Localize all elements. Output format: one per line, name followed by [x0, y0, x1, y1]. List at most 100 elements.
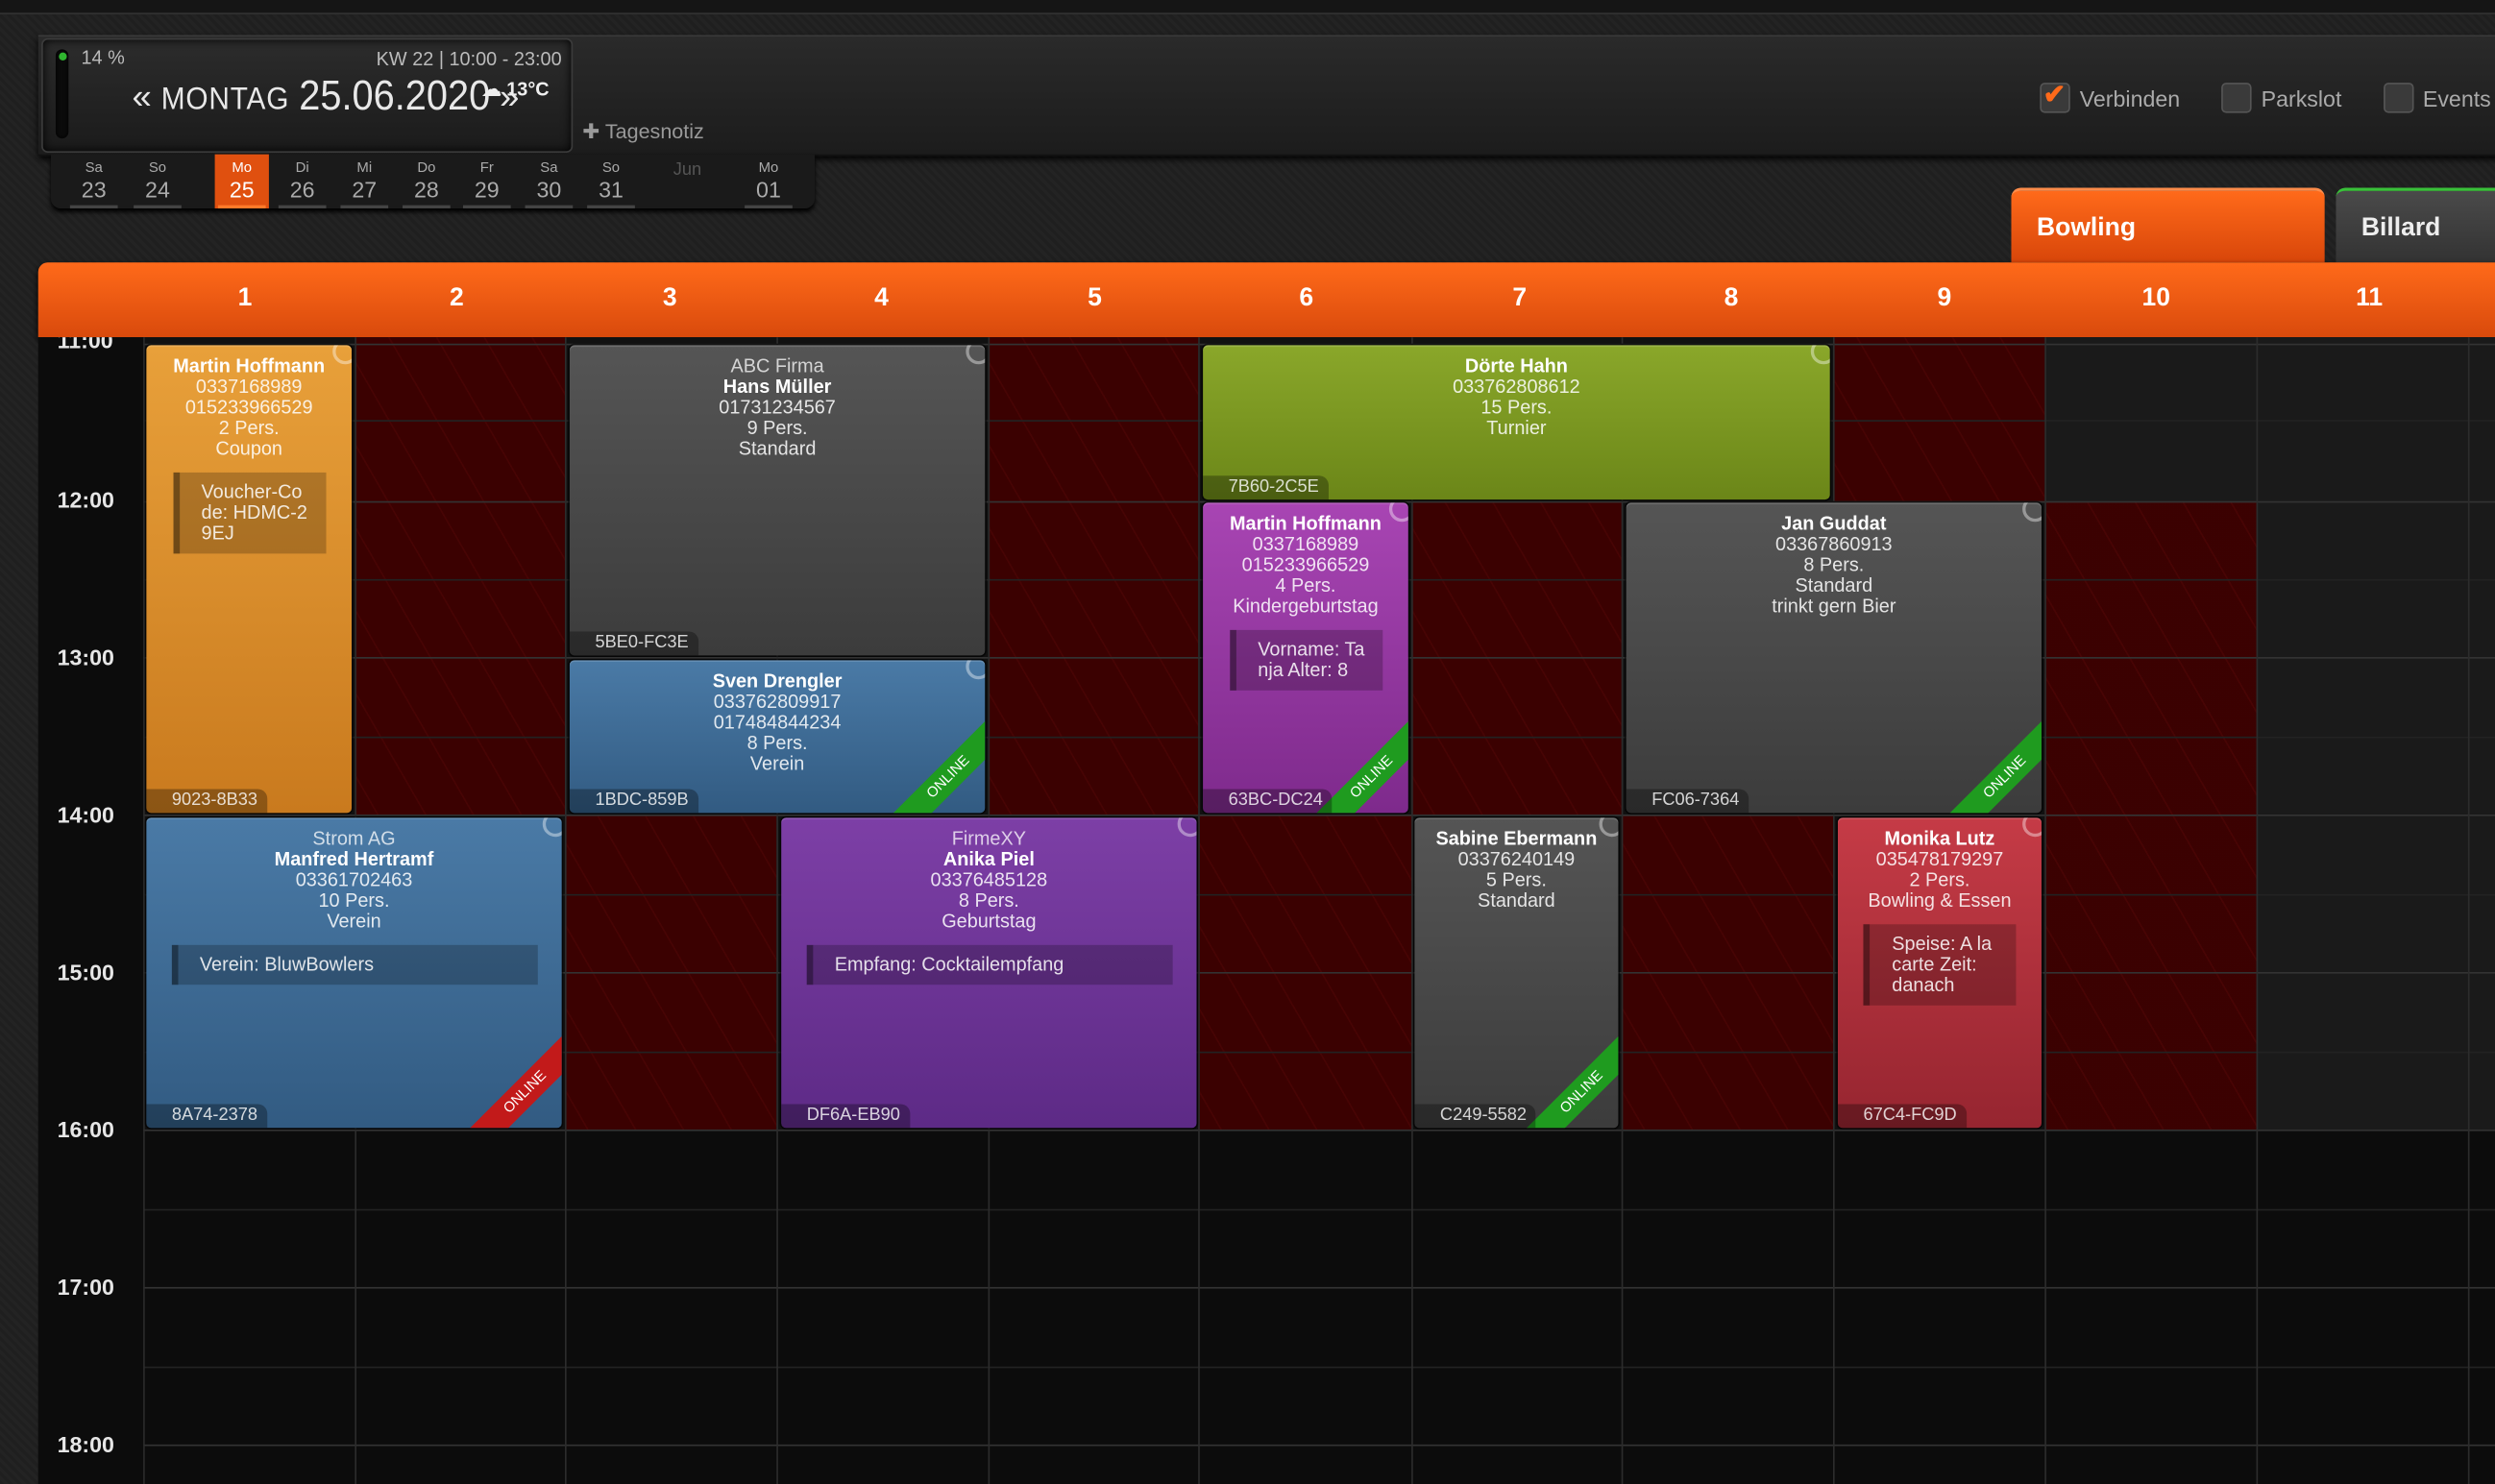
day-name: So: [148, 158, 167, 176]
current-date[interactable]: 25.06.2020: [299, 73, 490, 122]
tab-billard[interactable]: Billard: [2336, 187, 2495, 263]
checkbox-icon[interactable]: [2040, 80, 2070, 113]
booking-card[interactable]: Sven Drengler 033762809917 017484844234 …: [569, 660, 986, 814]
booking-line: Verein: [749, 752, 805, 775]
lane-number: 7: [1512, 284, 1528, 312]
booking-body: Strom AG Manfred Hertramf 03361702463 10…: [146, 817, 561, 985]
booking-line: 033762809917: [713, 690, 842, 713]
booking-line: Coupon: [215, 437, 283, 460]
booking-body: Sabine Ebermann 03376240149 5 Pers. Stan…: [1414, 817, 1618, 912]
toggle-label: Verbinden: [2079, 85, 2181, 111]
day-item[interactable]: Sa 23: [67, 155, 121, 208]
time-label: 17:00: [57, 1274, 114, 1301]
weekday: MONTAG: [160, 81, 290, 116]
day-item[interactable]: Mo 01: [742, 155, 795, 208]
daynote-label: Tagesnotiz: [604, 119, 704, 144]
booking-line: Standard: [738, 437, 817, 460]
booking-code: 1BDC-859B: [569, 789, 698, 814]
blocked-slot: [355, 337, 565, 815]
booking-card[interactable]: Martin Hoffmann 0337168989 015233966529 …: [1203, 502, 1408, 814]
toggle-parkslot[interactable]: Parkslot: [2221, 83, 2341, 113]
day-underline: [462, 205, 511, 208]
booking-code: 9023-8B33: [146, 789, 267, 814]
booking-note: Speise: A la carte Zeit: danach: [1863, 924, 2017, 1006]
online-badge: ONLINE: [1945, 717, 2042, 814]
booking-code: DF6A-EB90: [781, 1104, 910, 1129]
day-name: Do: [417, 158, 436, 176]
day-number: 29: [474, 176, 500, 203]
grid-line: [37, 815, 2495, 816]
booking-line: 0337168989: [195, 375, 303, 399]
booking-body: Martin Hoffmann 0337168989 015233966529 …: [1203, 502, 1408, 691]
day-name: Fr: [479, 158, 494, 176]
checkbox-icon[interactable]: [2221, 83, 2252, 113]
day-item[interactable]: Fr 29: [460, 155, 514, 208]
time-label: 13:00: [57, 644, 114, 670]
time-column: 11:00 12:00 13:00 14:00 15:00 16:00 17:0…: [37, 337, 144, 1484]
booking-company: ABC Firma: [730, 354, 824, 377]
day-item[interactable]: Mi 27: [337, 155, 391, 208]
booking-body: Sven Drengler 033762809917 017484844234 …: [570, 660, 985, 774]
time-label: 16:00: [57, 1116, 114, 1143]
booking-card[interactable]: Jan Guddat 03367860913 8 Pers. Standard …: [1626, 502, 2042, 814]
booking-line: 017484844234: [713, 711, 842, 734]
week-hours: KW 22 | 10:00 - 23:00: [376, 47, 562, 70]
booking-line: 9 Pers.: [746, 416, 808, 440]
lane-header: 1 2 3 4 5 6 7 8 9 10 11: [37, 262, 2495, 338]
lane-number: 10: [2141, 284, 2170, 312]
time-label: 15:00: [57, 959, 114, 985]
day-number: 27: [352, 176, 378, 203]
booking-line: Geburtstag: [942, 910, 1037, 933]
prev-day-button[interactable]: «: [132, 77, 151, 118]
weather: ☁ 13°C: [482, 78, 550, 100]
day-name: So: [601, 158, 621, 176]
lane-number: 9: [1937, 284, 1952, 312]
day-underline: [525, 205, 574, 208]
toggle-events[interactable]: Events: [2383, 83, 2491, 113]
booking-card[interactable]: Monika Lutz 035478179297 2 Pers. Bowling…: [1837, 817, 2042, 1129]
lane-number: 2: [449, 284, 464, 312]
booking-card[interactable]: Dörte Hahn 033762808612 15 Pers. Turnier…: [1203, 345, 1830, 500]
day-item[interactable]: So 24: [131, 155, 184, 208]
booking-card[interactable]: ABC Firma Hans Müller 01731234567 9 Pers…: [569, 345, 986, 656]
day-item[interactable]: Di 26: [276, 155, 330, 208]
day-name: Mo: [232, 158, 253, 176]
booking-card[interactable]: Sabine Ebermann 03376240149 5 Pers. Stan…: [1414, 817, 1619, 1129]
booking-card[interactable]: FirmeXY Anika Piel 03376485128 8 Pers. G…: [781, 817, 1197, 1129]
booking-company: Strom AG: [312, 827, 396, 850]
booking-name: Anika Piel: [942, 847, 1035, 870]
add-daynote-button[interactable]: ✚ Tagesnotiz: [582, 119, 704, 145]
time-label: 12:00: [57, 486, 114, 513]
grid-line: [1411, 337, 1413, 1484]
booking-code: C249-5582: [1414, 1104, 1537, 1129]
day-underline: [403, 205, 451, 208]
booking-name: Sven Drengler: [712, 669, 843, 693]
day-item[interactable]: Sa 30: [522, 155, 575, 208]
day-name: Sa: [85, 158, 103, 176]
day-item[interactable]: So 31: [584, 155, 638, 208]
toggle-verbinden[interactable]: Verbinden: [2040, 80, 2181, 113]
booking-line: Turnier: [1486, 416, 1547, 440]
grid-line: [37, 1129, 2495, 1131]
booking-line: 01731234567: [719, 396, 836, 419]
booking-code: 8A74-2378: [146, 1104, 267, 1129]
day-number: 25: [229, 176, 255, 203]
day-item[interactable]: Do 28: [400, 155, 453, 208]
booking-code: 63BC-DC24: [1203, 789, 1333, 814]
checkbox-icon[interactable]: [2383, 83, 2413, 113]
booking-card[interactable]: Strom AG Manfred Hertramf 03361702463 10…: [146, 817, 562, 1129]
booking-line: 015233966529: [184, 396, 313, 419]
booking-code: 67C4-FC9D: [1837, 1104, 1967, 1129]
day-item-selected[interactable]: Mo 25: [214, 154, 269, 208]
booking-line: 10 Pers.: [318, 888, 390, 912]
booking-body: Monika Lutz 035478179297 2 Pers. Bowling…: [1838, 817, 2042, 1006]
plus-icon: ✚: [582, 119, 600, 144]
booking-body: ABC Firma Hans Müller 01731234567 9 Pers…: [570, 345, 985, 459]
grid-line: [37, 1444, 2495, 1447]
grid-line: [37, 1286, 2495, 1289]
lane-number: 3: [662, 284, 677, 312]
grid-line: [564, 337, 567, 1484]
tab-bowling[interactable]: Bowling: [2011, 187, 2325, 263]
booking-card[interactable]: Martin Hoffmann 0337168989 015233966529 …: [146, 345, 353, 814]
booking-line: 03361702463: [295, 868, 413, 891]
